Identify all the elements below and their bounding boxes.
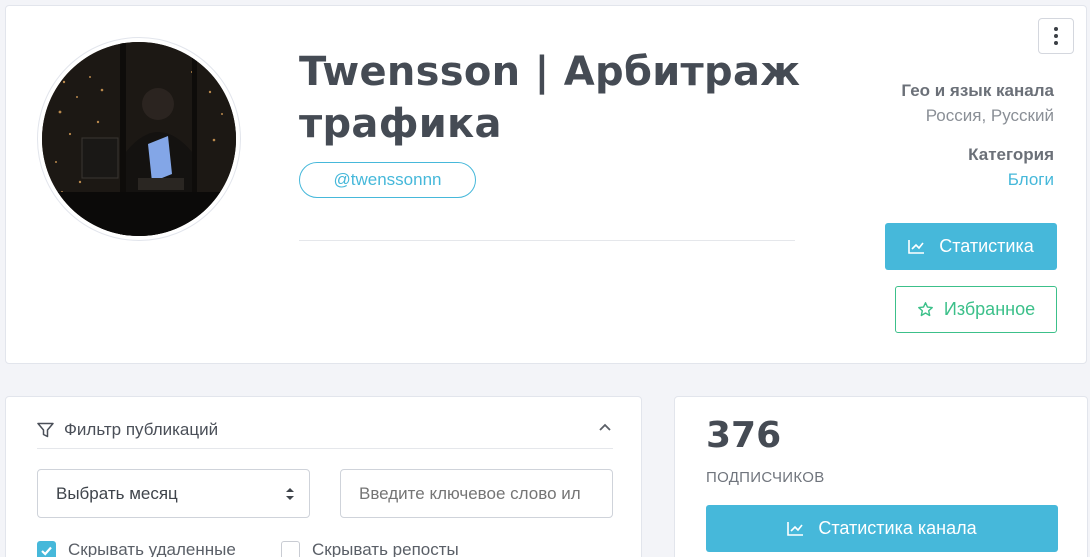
hide-deleted-option[interactable]: Скрывать удаленные [37, 540, 236, 557]
filter-header[interactable]: Фильтр публикаций [37, 411, 613, 449]
hide-reposts-checkbox[interactable] [281, 540, 300, 557]
kebab-menu-icon [1054, 27, 1058, 31]
channel-statistics-button[interactable]: Статистика канала [706, 505, 1058, 552]
statistics-button[interactable]: Статистика [885, 223, 1057, 270]
keyword-search-input[interactable] [340, 469, 613, 518]
subscribers-card: 376 ПОДПИСЧИКОВ Статистика канала [674, 396, 1088, 557]
filter-title: Фильтр публикаций [64, 419, 219, 439]
hide-deleted-checkbox[interactable] [37, 540, 56, 557]
statistics-button-label: Статистика [939, 236, 1034, 256]
geo-value: Россия, Русский [925, 106, 1054, 125]
select-arrows-icon [286, 488, 294, 500]
hide-reposts-label: Скрывать репосты [312, 540, 459, 557]
profile-card: Twensson | Арбитраж трафика @twenssonnn … [5, 5, 1087, 364]
chart-line-icon [908, 240, 925, 254]
hide-reposts-option[interactable]: Скрывать репосты [281, 540, 459, 557]
channel-statistics-button-label: Статистика канала [818, 518, 977, 538]
favorite-button[interactable]: Избранное [895, 286, 1057, 333]
subscribers-count: 376 [706, 415, 782, 456]
month-select[interactable]: Выбрать месяц [37, 469, 310, 518]
divider [299, 240, 795, 241]
channel-handle-link[interactable]: @twenssonnn [299, 162, 476, 198]
chevron-up-icon[interactable] [599, 423, 611, 431]
publications-filter-card: Фильтр публикаций Выбрать месяц Скрывать… [5, 396, 642, 557]
hide-deleted-label: Скрывать удаленные [68, 540, 236, 557]
channel-title: Twensson | Арбитраж трафика [299, 49, 801, 147]
filter-funnel-icon [37, 422, 54, 437]
subscribers-label: ПОДПИСЧИКОВ [706, 469, 825, 486]
favorite-button-label: Избранное [943, 299, 1036, 319]
star-icon [917, 302, 933, 317]
more-options-button[interactable] [1038, 18, 1074, 54]
chart-line-icon [787, 522, 804, 536]
category-label: Категория [968, 145, 1054, 164]
month-select-value: Выбрать месяц [56, 483, 178, 503]
geo-label: Гео и язык канала [901, 81, 1054, 100]
channel-avatar [37, 37, 241, 241]
checkmark-icon [41, 546, 52, 556]
category-link[interactable]: Блоги [1008, 170, 1054, 190]
